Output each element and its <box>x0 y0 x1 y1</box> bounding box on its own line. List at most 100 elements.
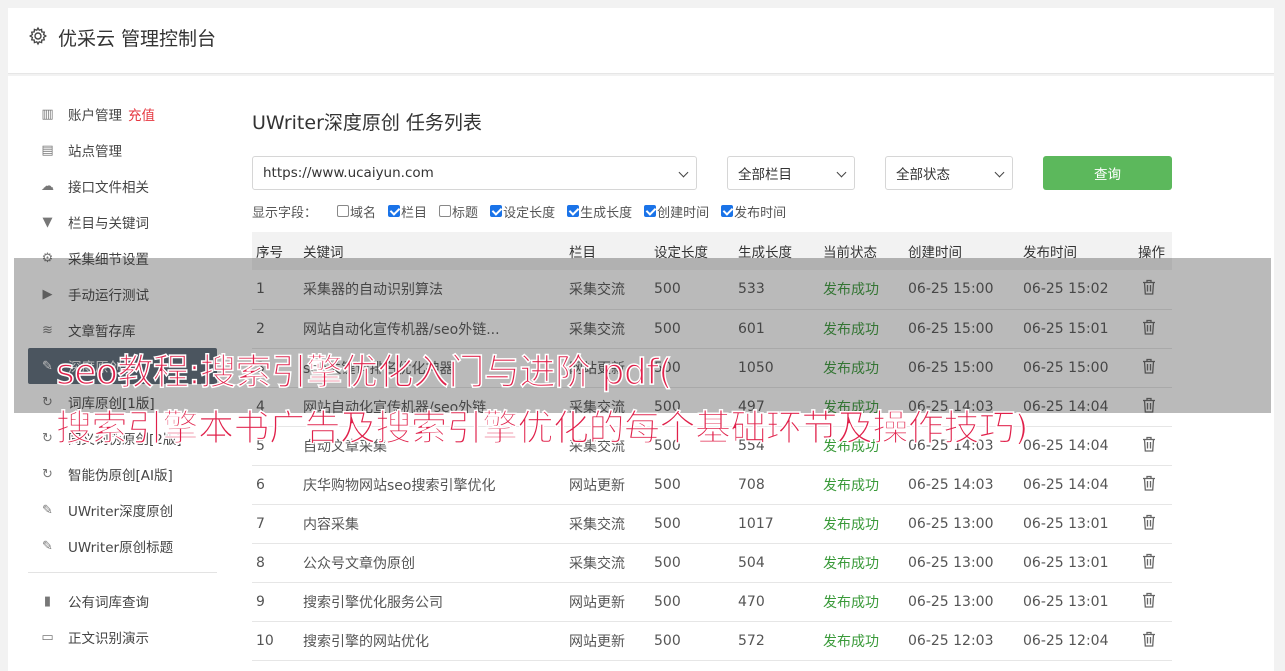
table-cell-actions <box>1134 621 1172 660</box>
table-cell: 10 <box>256 632 274 649</box>
table-cell-actions <box>1134 582 1172 621</box>
gear-icon <box>28 26 48 46</box>
field-checkbox[interactable]: 标题 <box>439 202 478 221</box>
checkbox-unchecked-icon <box>439 205 452 217</box>
field-checkbox-label: 设定长度 <box>503 205 556 221</box>
recharge-link[interactable]: 充值 <box>128 104 155 124</box>
table-cell: 500 <box>654 593 681 610</box>
table-cell: 发布成功 <box>823 594 879 611</box>
sidebar-item[interactable]: ☁ 接口文件相关 <box>28 168 218 204</box>
trash-icon[interactable] <box>1142 592 1156 608</box>
trash-icon[interactable] <box>1142 475 1156 491</box>
table-cell: 公众号文章伪原创 <box>303 555 415 572</box>
table-cell: 内容采集 <box>303 516 359 533</box>
checkbox-unchecked-icon <box>337 205 350 217</box>
sidebar-item-label: 接口文件相关 <box>68 180 149 196</box>
table-cell: 采集交流 <box>569 516 625 533</box>
sidebar-item-label: 正文识别演示 <box>68 631 149 647</box>
refresh-icon: ↻ <box>42 466 53 482</box>
bar-chart-icon: ▥ <box>41 106 54 122</box>
overlay-caption-line-2: 搜索引擎本书广告及搜索引擎优化的每个基础环节及操作技巧) <box>55 407 1029 450</box>
table-cell: 06-25 13:01 <box>1023 515 1109 532</box>
field-checkbox[interactable]: 设定长度 <box>490 202 555 221</box>
site-select[interactable]: https://www.ucaiyun.com <box>252 156 697 190</box>
field-checkbox[interactable]: 创建时间 <box>644 202 709 221</box>
table-cell: 庆华购物网站seo搜索引擎优化 <box>303 477 496 494</box>
table-cell: 470 <box>738 593 765 610</box>
table-cell: 500 <box>654 554 681 571</box>
checkbox-checked-icon <box>567 205 580 217</box>
cloud-upload-icon: ☁ <box>41 178 54 194</box>
table-row: 8 公众号文章伪原创 采集交流 500 504 发布成功 06-25 13:00 06-25 … <box>252 543 1172 582</box>
sidebar-item[interactable]: ▮ 公有词库查询 <box>28 583 218 619</box>
table-cell: 06-25 13:00 <box>908 593 994 610</box>
table-cell-actions <box>1134 504 1172 543</box>
sidebar-item[interactable]: ↻ 智能伪原创[AI版] <box>28 456 218 492</box>
field-checkbox[interactable]: 发布时间 <box>721 202 786 221</box>
table-cell: 9 <box>256 593 265 610</box>
sidebar-item[interactable]: ▭ 正文识别演示 <box>28 619 218 655</box>
server-icon: ▤ <box>41 142 54 158</box>
table-cell: 708 <box>738 476 765 493</box>
table-cell: 网站更新 <box>569 477 625 494</box>
table-cell: 06-25 13:01 <box>1023 554 1109 571</box>
sidebar-item[interactable]: ✎ UWriter原创标题 <box>28 528 218 564</box>
display-fields-label: 显示字段： <box>252 205 318 221</box>
checkbox-checked-icon <box>490 205 503 217</box>
table-cell: 06-25 13:00 <box>908 554 994 571</box>
table-cell: 06-25 12:03 <box>908 632 994 649</box>
chevron-down-icon <box>994 167 1005 178</box>
chevron-down-icon <box>836 167 847 178</box>
trash-icon[interactable] <box>1142 553 1156 569</box>
table-cell: 6 <box>256 476 265 493</box>
field-checkbox-label: 标题 <box>452 205 479 221</box>
sidebar-separator <box>28 572 217 573</box>
table-cell-actions <box>1134 465 1172 504</box>
sidebar-item-label: 账户管理 <box>68 108 122 124</box>
sidebar-item[interactable]: ▤ 站点管理 <box>28 132 218 168</box>
table-cell-actions <box>1134 543 1172 582</box>
table-cell: 06-25 13:00 <box>908 515 994 532</box>
trash-icon[interactable] <box>1142 436 1156 452</box>
top-header: 优采云 管理控制台 <box>8 8 1274 74</box>
table-row: 10 搜索引擎的网站优化 网站更新 500 572 发布成功 06-25 12:03 06-2… <box>252 621 1172 660</box>
table-cell: 发布成功 <box>823 477 879 494</box>
page-title: UWriter深度原创 任务列表 <box>252 112 482 134</box>
refresh-icon: ↻ <box>42 430 53 446</box>
table-cell: 发布成功 <box>823 633 879 650</box>
filter-icon: ▼ <box>42 214 53 230</box>
table-cell: 572 <box>738 632 765 649</box>
sidebar-item-label: 智能伪原创[AI版] <box>68 468 173 484</box>
field-checkbox-label: 创建时间 <box>657 205 710 221</box>
trash-icon[interactable] <box>1142 514 1156 530</box>
sidebar-item-label: UWriter深度原创 <box>68 504 174 520</box>
sidebar-item-label: 栏目与关键词 <box>68 216 149 232</box>
trash-icon[interactable] <box>1142 631 1156 647</box>
table-cell: 06-25 14:04 <box>1023 437 1109 454</box>
table-cell-actions <box>1134 426 1172 465</box>
sidebar-item-label: 站点管理 <box>68 144 122 160</box>
table-cell: 504 <box>738 554 765 571</box>
field-checkbox-label: 栏目 <box>401 205 428 221</box>
overlay-caption-line-1: seo教程:搜索引擎优化入门与进阶 pdf( <box>55 351 673 394</box>
sidebar-item[interactable]: ▥ 账户管理 充值 <box>28 96 218 132</box>
table-cell: 网站更新 <box>569 633 625 650</box>
table-cell: 搜索引擎优化服务公司 <box>303 594 443 611</box>
field-checkbox[interactable]: 域名 <box>337 202 376 221</box>
sidebar-item[interactable]: ✎ UWriter深度原创 <box>28 492 218 528</box>
field-checkbox[interactable]: 生成长度 <box>567 202 632 221</box>
status-select[interactable]: 全部状态 <box>885 156 1013 190</box>
sidebar-item[interactable]: ▼ 栏目与关键词 <box>28 204 218 240</box>
console-title: 优采云 管理控制台 <box>58 28 217 50</box>
table-cell: 06-25 12:04 <box>1023 632 1109 649</box>
query-button[interactable]: 查询 <box>1043 156 1172 190</box>
table-cell: 采集交流 <box>569 555 625 572</box>
table-cell: 06-25 13:01 <box>1023 593 1109 610</box>
column-select[interactable]: 全部栏目 <box>727 156 855 190</box>
site-select-value: https://www.ucaiyun.com <box>263 165 434 181</box>
table-cell: 发布成功 <box>823 516 879 533</box>
table-cell: 500 <box>654 632 681 649</box>
table-cell: 500 <box>654 476 681 493</box>
table-cell: 搜索引擎的网站优化 <box>303 633 429 650</box>
field-checkbox[interactable]: 栏目 <box>388 202 427 221</box>
